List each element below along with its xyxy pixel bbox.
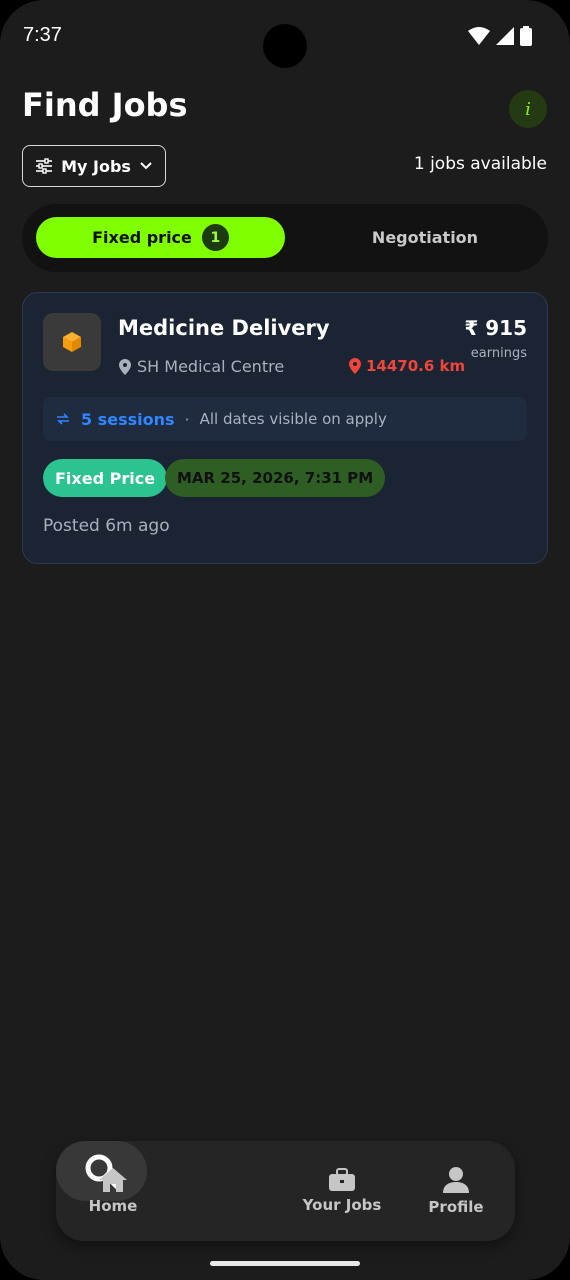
- tab-count-badge: 1: [201, 224, 229, 251]
- location-pin-icon: [119, 358, 131, 375]
- camera-cutout: [263, 24, 307, 68]
- distance-pin-icon: [349, 358, 361, 374]
- nav-your-jobs-label: Your Jobs: [302, 1196, 382, 1214]
- chevron-down-icon: [140, 162, 152, 170]
- job-title: Medicine Delivery: [118, 316, 330, 340]
- sessions-note: All dates visible on apply: [199, 410, 387, 428]
- nav-profile-label: Profile: [428, 1198, 484, 1216]
- job-category-icon: [43, 313, 101, 371]
- info-icon: i: [525, 98, 531, 120]
- bottom-navigation: Home Your Jobs Profile: [56, 1141, 515, 1241]
- tab-fixed-price[interactable]: Fixed price 1: [36, 217, 285, 258]
- user-icon: [443, 1167, 469, 1193]
- sessions-separator: ·: [184, 409, 190, 429]
- nav-your-jobs[interactable]: Your Jobs: [296, 1141, 388, 1241]
- phone-screen: 7:37 Find Jobs i My Jobs 1 jobs availabl…: [0, 0, 570, 1280]
- pricing-type-badge: Fixed Price: [43, 459, 168, 497]
- wifi-icon: [468, 27, 490, 45]
- distance-text: 14470.6 km: [366, 357, 466, 375]
- sliders-icon: [36, 158, 53, 174]
- home-icon: [99, 1168, 127, 1192]
- job-card[interactable]: Medicine Delivery ₹ 915 earnings SH Medi…: [22, 292, 548, 564]
- repeat-icon: [57, 413, 69, 425]
- page-title: Find Jobs: [22, 86, 188, 124]
- package-icon: [63, 332, 81, 352]
- my-jobs-label: My Jobs: [61, 156, 131, 176]
- job-location: SH Medical Centre: [119, 357, 284, 376]
- date-badge: MAR 25, 2026, 7:31 PM: [165, 459, 386, 497]
- sessions-count: 5 sessions: [81, 409, 175, 429]
- price-label: earnings: [470, 346, 527, 361]
- status-icons: [468, 26, 532, 46]
- price-type-tabs: Fixed price 1 Negotiation: [22, 204, 548, 272]
- status-bar: 7:37: [0, 0, 570, 74]
- job-price: ₹ 915: [464, 316, 527, 340]
- home-indicator[interactable]: [210, 1261, 360, 1266]
- jobs-available-count: 1 jobs available: [413, 154, 547, 174]
- cellular-icon: [496, 27, 514, 45]
- status-time: 7:37: [23, 24, 62, 46]
- nav-home[interactable]: Home: [78, 1141, 148, 1241]
- posted-time: Posted 6m ago: [43, 516, 170, 536]
- sessions-info: 5 sessions · All dates visible on apply: [43, 397, 527, 441]
- info-button[interactable]: i: [509, 90, 547, 128]
- battery-icon: [520, 26, 532, 46]
- my-jobs-filter-button[interactable]: My Jobs: [22, 145, 166, 187]
- tab-negotiation[interactable]: Negotiation: [312, 217, 538, 258]
- nav-profile[interactable]: Profile: [418, 1141, 494, 1241]
- nav-home-label: Home: [88, 1197, 138, 1215]
- briefcase-icon: [329, 1168, 355, 1191]
- tab-fixed-price-label: Fixed price: [92, 228, 192, 247]
- job-distance: 14470.6 km: [349, 357, 465, 375]
- location-text: SH Medical Centre: [137, 357, 285, 376]
